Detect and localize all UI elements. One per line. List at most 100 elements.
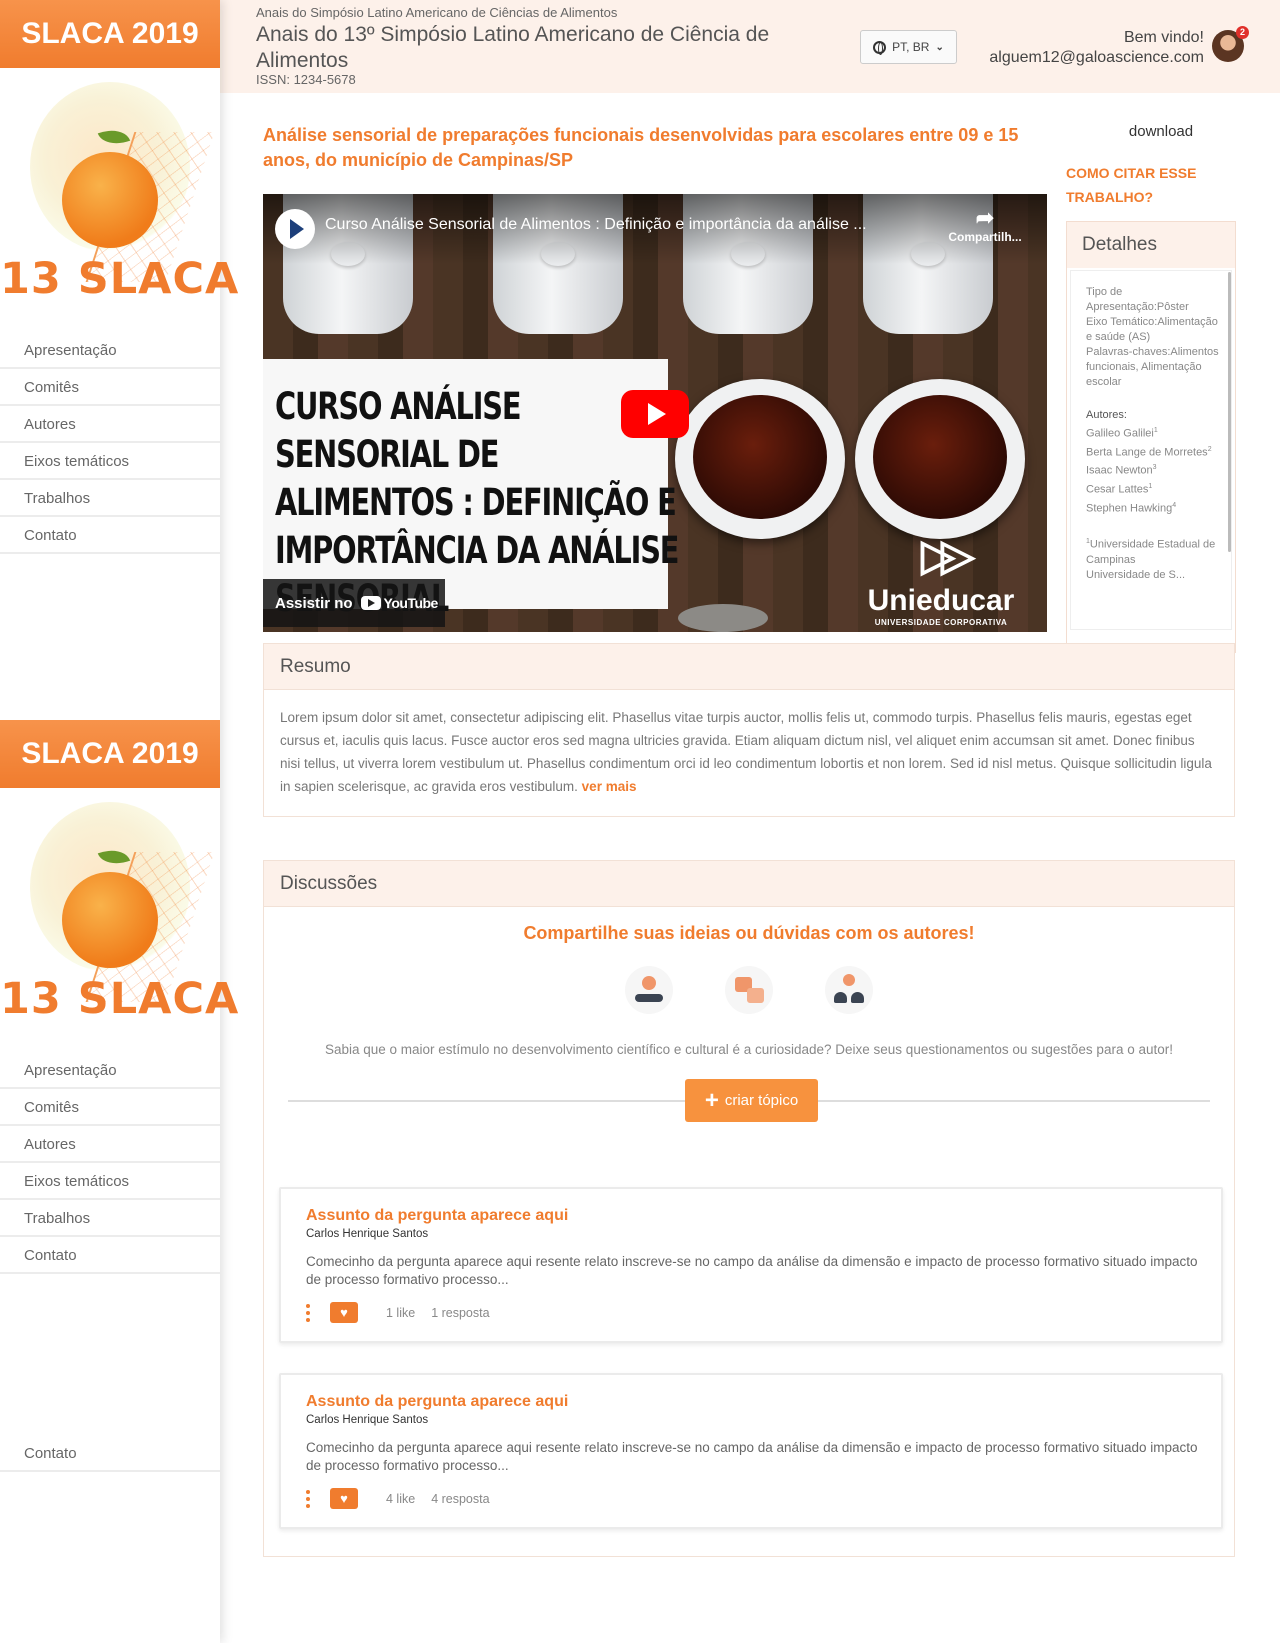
abstract-text: Lorem ipsum dolor sit amet, consectetur …: [280, 710, 1212, 794]
event-logo-text: 13 SLACA: [0, 974, 240, 1024]
author-item: Berta Lange de Morretes2: [1086, 445, 1212, 459]
cite-link[interactable]: COMO CITAR ESSE TRABALHO?: [1066, 161, 1236, 209]
topic-actions: ♥ 1 like 1 resposta: [306, 1302, 1199, 1323]
discussions-icons: [264, 966, 1234, 1014]
sidebar-nav: Apresentação Comitês Autores Eixos temát…: [0, 1052, 220, 1274]
topic-title[interactable]: Assunto da pergunta aparece aqui: [306, 1393, 1199, 1411]
topic-excerpt: Comecinho da pergunta aparece aqui resen…: [306, 1440, 1198, 1473]
sidebar-item-contato[interactable]: Contato: [0, 1237, 220, 1274]
list-item[interactable]: Assunto da pergunta aparece aqui Carlos …: [279, 1373, 1223, 1529]
heart-icon: ♥: [340, 1305, 348, 1320]
sidebar-item-contato[interactable]: Contato: [0, 1435, 220, 1472]
download-link[interactable]: download: [1066, 123, 1256, 140]
sidebar-nav: Apresentação Comitês Autores Eixos temát…: [0, 332, 220, 554]
reply-count: 4 resposta: [431, 1491, 490, 1506]
topic-author: Carlos Henrique Santos: [306, 1228, 429, 1240]
share-label: Compartilh...: [948, 230, 1022, 244]
sidebar-item-eixos[interactable]: Eixos temáticos: [0, 443, 220, 480]
reply-count: 1 resposta: [431, 1305, 490, 1320]
sidebar-repeat: SLACA 2019 13 SLACA Apresentação Comitês…: [0, 720, 240, 1274]
brand-name: Unieducar: [867, 584, 1015, 617]
list-item[interactable]: Assunto da pergunta aparece aqui Carlos …: [279, 1187, 1223, 1343]
user-greeting: Bem vindo! alguem12@galoascience.com: [989, 28, 1204, 68]
affiliation-item: 1Universidade Estadual de Campinas: [1086, 538, 1216, 566]
sidebar-item-contato[interactable]: Contato: [0, 517, 220, 554]
sidebar-item-comites[interactable]: Comitês: [0, 369, 220, 406]
paper-title: Análise sensorial de preparações funcion…: [263, 125, 1019, 170]
sidebar-item-trabalhos[interactable]: Trabalhos: [0, 1200, 220, 1237]
sidebar-banner: SLACA 2019: [0, 0, 220, 68]
unieducar-logo: ▷▷ Unieducar UNIVERSIDADE CORPORATIVA: [861, 531, 1021, 628]
sidebar-item-apresentacao[interactable]: Apresentação: [0, 1052, 220, 1089]
chevron-down-icon: ⌄: [935, 41, 944, 53]
author-item: Isaac Newton3: [1086, 464, 1157, 477]
question-answer-icon: [725, 966, 773, 1014]
sidebar-item-comites[interactable]: Comitês: [0, 1089, 220, 1126]
more-options-icon[interactable]: [306, 1303, 312, 1322]
like-count: 1 like: [386, 1305, 416, 1320]
proceedings-title: Anais do 13º Simpósio Latino Americano d…: [256, 23, 770, 72]
create-topic-button[interactable]: + criar tópico: [685, 1079, 818, 1122]
sidebar: SLACA 2019 13 SLACA Apresentação Comitês…: [0, 0, 240, 1643]
watch-on-youtube-button[interactable]: Assistir no YouTube: [263, 579, 445, 627]
sidebar-banner: SLACA 2019: [0, 720, 220, 788]
welcome-text: Bem vindo!: [1123, 29, 1204, 46]
like-count: 4 like: [386, 1491, 416, 1506]
sidebar-item-trabalhos[interactable]: Trabalhos: [0, 480, 220, 517]
thematic-axis: Eixo Temático:Alimentação e saúde (AS): [1086, 316, 1218, 343]
language-value: PT, BR: [892, 40, 930, 54]
abstract-card: Resumo Lorem ipsum dolor sit amet, conse…: [263, 643, 1235, 817]
topic-title[interactable]: Assunto da pergunta aparece aqui: [306, 1207, 1199, 1225]
sidebar-item-autores[interactable]: Autores: [0, 406, 220, 443]
affiliation-item: Universidade de S...: [1086, 568, 1186, 581]
details-panel: Detalhes Tipo de Apresentação:Pôster Eix…: [1066, 221, 1236, 653]
user-email: alguem12@galoascience.com: [989, 49, 1204, 66]
seedling-hand-icon: [625, 966, 673, 1014]
play-button[interactable]: [621, 390, 689, 438]
share-button[interactable]: ➦ Compartilh...: [945, 205, 1025, 245]
author-item: Stephen Hawking4: [1086, 501, 1177, 515]
fast-forward-icon: ▷▷: [921, 531, 975, 580]
video-title[interactable]: Curso Análise Sensorial de Alimentos : D…: [325, 216, 925, 234]
issn-label: ISSN: 1234-5678: [256, 72, 356, 87]
topic-actions: ♥ 4 like 4 resposta: [306, 1488, 1199, 1509]
topic-excerpt: Comecinho da pergunta aparece aqui resen…: [306, 1254, 1198, 1287]
sidebar-item-autores[interactable]: Autores: [0, 1126, 220, 1163]
notification-badge[interactable]: 2: [1236, 26, 1249, 39]
keywords: Palavras-chaves:Alimentos funcionais, Al…: [1086, 346, 1219, 388]
create-topic-label: criar tópico: [724, 1092, 799, 1109]
discussions-text: Sabia que o maior estímulo no desenvolvi…: [324, 1042, 1173, 1057]
like-button[interactable]: ♥: [330, 1302, 358, 1323]
topic-author: Carlos Henrique Santos: [306, 1414, 429, 1426]
group-icon: [825, 966, 873, 1014]
details-scrollbar[interactable]: [1228, 272, 1231, 552]
more-options-icon[interactable]: [306, 1489, 312, 1508]
read-more-link[interactable]: ver mais: [582, 779, 637, 794]
share-icon: ➦: [975, 205, 995, 230]
details-title: Detalhes: [1067, 222, 1235, 268]
like-button[interactable]: ♥: [330, 1488, 358, 1509]
brand-subtitle: UNIVERSIDADE CORPORATIVA: [874, 618, 1008, 627]
author-item: Galileo Galilei1: [1086, 427, 1158, 440]
discussions-card: Discussões Compartilhe suas ideias ou dú…: [263, 860, 1235, 1557]
new-topic-divider: + criar tópico: [288, 1079, 1210, 1123]
heart-icon: ♥: [340, 1491, 348, 1506]
sidebar-item-eixos[interactable]: Eixos temáticos: [0, 1163, 220, 1200]
top-bar: Anais do Simpósio Latino Americano de Ci…: [220, 0, 1280, 93]
plus-icon: +: [704, 1086, 719, 1114]
video-title-card: Curso Análise Sensorial de Alimentos : D…: [263, 359, 680, 620]
language-select[interactable]: PT, BR ⌄: [860, 30, 957, 64]
presentation-type: Tipo de Apresentação:Pôster: [1086, 286, 1189, 313]
details-body[interactable]: Tipo de Apresentação:Pôster Eixo Temátic…: [1070, 270, 1232, 630]
event-logo: 13 SLACA: [0, 68, 238, 304]
discussions-title: Discussões: [264, 861, 1234, 907]
discussions-cta: Compartilhe suas ideias ou dúvidas com o…: [523, 923, 975, 943]
channel-logo-icon[interactable]: [275, 209, 315, 249]
author-item: Cesar Lattes1: [1086, 482, 1153, 496]
watch-label: Assistir no: [275, 594, 353, 612]
abstract-title: Resumo: [264, 644, 1234, 690]
sidebar-item-apresentacao[interactable]: Apresentação: [0, 332, 220, 369]
video-player[interactable]: Curso Análise Sensorial de Alimentos : D…: [263, 194, 1047, 632]
abstract-body: Lorem ipsum dolor sit amet, consectetur …: [264, 690, 1234, 816]
proceedings-supertitle: Anais do Simpósio Latino Americano de Ci…: [256, 5, 618, 20]
